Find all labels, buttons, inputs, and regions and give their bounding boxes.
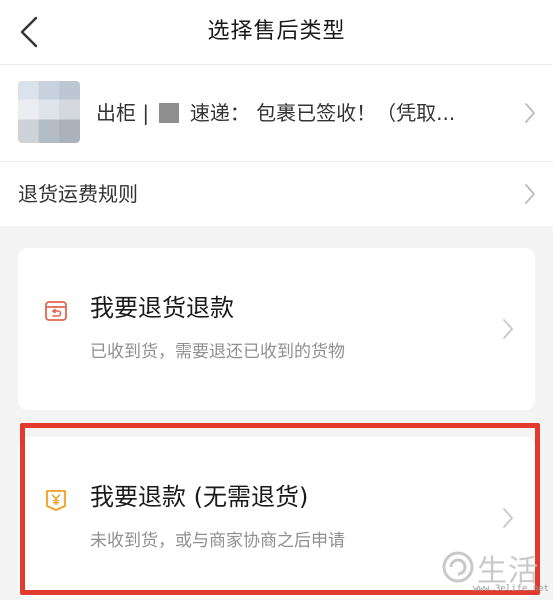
watermark: 生活 www.3elife.net xyxy=(441,548,549,594)
chevron-right-icon xyxy=(525,103,535,123)
option-title: 我要退款 (无需退货) xyxy=(90,483,309,511)
chevron-right-icon xyxy=(503,319,513,339)
order-store-name: 出柜 | xyxy=(96,101,150,125)
option-subtitle: 未收到货，或与商家协商之后申请 xyxy=(90,531,345,551)
watermark-logo-icon xyxy=(442,551,474,583)
chevron-right-icon xyxy=(525,184,535,204)
yen-refund-icon xyxy=(46,490,66,511)
option-subtitle: 已收到货，需要退还已收到的货物 xyxy=(90,342,345,362)
rules-label: 退货运费规则 xyxy=(18,182,138,206)
order-status-text: 出柜 | 速递： 包裹已签收！（凭取... xyxy=(96,95,506,131)
top-nav-bar: 选择售后类型 xyxy=(0,0,553,65)
option-return-and-refund[interactable]: 我要退货退款 已收到货，需要退还已收到的货物 xyxy=(18,248,535,410)
option-title: 我要退货退款 xyxy=(90,294,234,322)
return-shipping-rules-row[interactable]: 退货运费规则 xyxy=(0,162,553,226)
product-thumbnail xyxy=(18,81,80,143)
chevron-right-icon xyxy=(503,508,513,528)
page-title: 选择售后类型 xyxy=(207,19,346,44)
order-summary-row[interactable]: 出柜 | 速递： 包裹已签收！（凭取... xyxy=(0,65,553,162)
redacted-mosaic xyxy=(159,103,180,123)
watermark-url: www.3elife.net xyxy=(473,584,549,594)
order-logistics-status: 速递： 包裹已签收！（凭取... xyxy=(189,101,456,125)
return-package-icon xyxy=(45,301,67,321)
